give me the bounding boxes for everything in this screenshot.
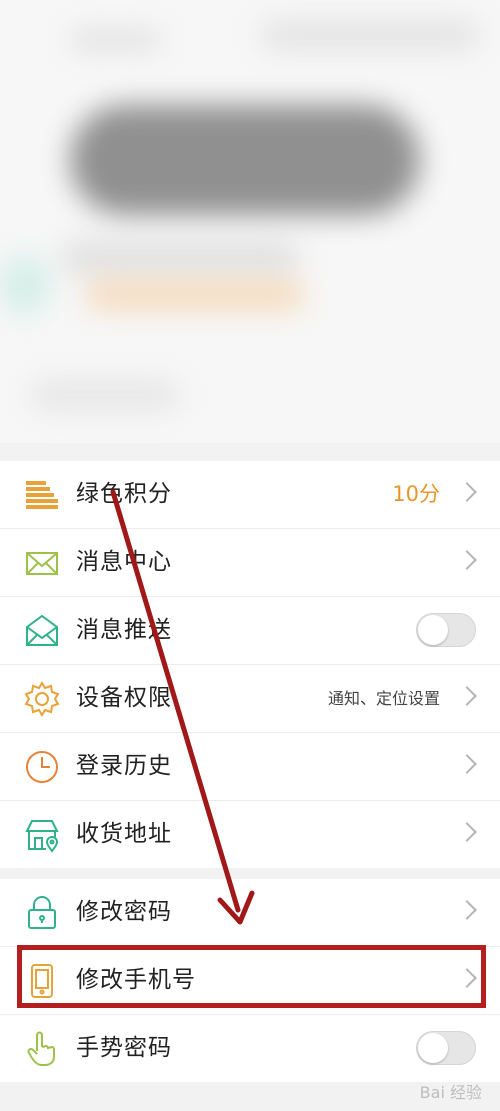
menu-item-label: 绿色积分 (76, 481, 172, 507)
store-location-icon (24, 817, 60, 853)
toggle-knob (418, 1033, 448, 1063)
menu-item-label: 手势密码 (76, 1035, 172, 1061)
blurred-status-right (260, 20, 480, 50)
menu-item-green-points[interactable]: 绿色积分 10分 (0, 461, 500, 529)
hand-gesture-icon (24, 1031, 60, 1067)
menu-item-gesture-password[interactable]: 手势密码 (0, 1015, 500, 1082)
menu-item-message-center[interactable]: 消息中心 (0, 529, 500, 597)
lock-icon (24, 895, 60, 931)
toggle-knob (418, 615, 448, 645)
blurred-username (70, 105, 420, 215)
settings-group-1: 绿色积分 10分 消息中心 消息推送 设备权限 通知、定位设置 登录历史 收货地… (0, 461, 500, 868)
profile-header-blurred (0, 0, 500, 443)
blurred-footer-text (30, 380, 180, 410)
menu-item-change-password[interactable]: 修改密码 (0, 879, 500, 947)
menu-item-label: 登录历史 (76, 753, 172, 779)
menu-item-label: 消息中心 (76, 549, 172, 575)
clock-icon (24, 749, 60, 785)
blurred-badge (0, 255, 50, 315)
chevron-right-icon (457, 550, 477, 570)
menu-item-label: 修改密码 (76, 899, 172, 925)
chevron-right-icon (457, 686, 477, 706)
points-value: 10分 (392, 482, 440, 506)
menu-item-device-permissions[interactable]: 设备权限 通知、定位设置 (0, 665, 500, 733)
menu-item-label: 设备权限 (76, 685, 172, 711)
permissions-value: 通知、定位设置 (327, 689, 440, 708)
highlight-box (17, 945, 486, 1008)
menu-item-label: 消息推送 (76, 617, 172, 643)
gesture-password-toggle[interactable] (416, 1031, 476, 1065)
menu-item-label: 收货地址 (76, 821, 172, 847)
envelope-icon (24, 545, 60, 581)
message-push-toggle[interactable] (416, 613, 476, 647)
watermark: Bai 经验 (419, 1083, 482, 1102)
chevron-right-icon (457, 482, 477, 502)
chevron-right-icon (457, 900, 477, 920)
menu-item-login-history[interactable]: 登录历史 (0, 733, 500, 801)
open-envelope-icon (24, 613, 60, 649)
blurred-level (85, 280, 305, 310)
blurred-info (60, 240, 300, 275)
menu-item-shipping-address[interactable]: 收货地址 (0, 801, 500, 868)
points-coins-icon (24, 477, 60, 513)
chevron-right-icon (457, 754, 477, 774)
gear-icon (24, 681, 60, 717)
chevron-right-icon (457, 822, 477, 842)
blurred-status (70, 30, 160, 50)
menu-item-message-push[interactable]: 消息推送 (0, 597, 500, 665)
